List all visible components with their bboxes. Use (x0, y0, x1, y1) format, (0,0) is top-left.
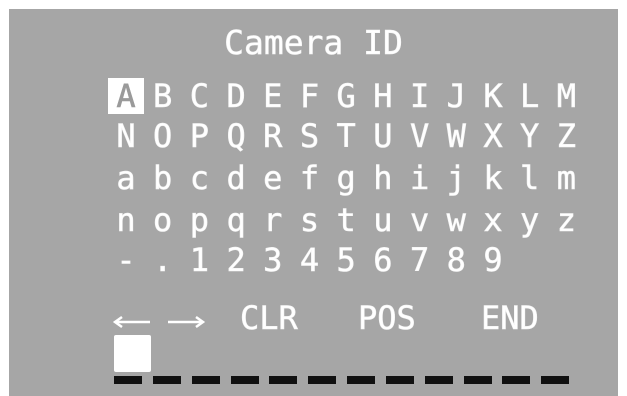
char-key[interactable]: h (365, 160, 401, 197)
end-button[interactable]: END (481, 300, 539, 337)
entry-slot (269, 376, 298, 384)
char-key[interactable]: M (548, 78, 584, 115)
char-key[interactable]: A (108, 78, 144, 114)
entry-slot (191, 376, 220, 384)
char-key[interactable]: I (402, 78, 438, 115)
char-key[interactable]: C (181, 78, 217, 115)
char-key[interactable]: y (512, 202, 548, 239)
char-key[interactable]: - (108, 242, 144, 279)
char-key[interactable]: V (402, 118, 438, 155)
char-key[interactable]: a (108, 160, 144, 197)
char-key[interactable]: k (475, 160, 511, 197)
char-key[interactable]: b (145, 160, 181, 197)
char-key[interactable]: U (365, 118, 401, 155)
char-key[interactable]: 8 (438, 242, 474, 279)
char-key[interactable]: m (548, 160, 584, 197)
char-key[interactable]: i (402, 160, 438, 197)
char-key[interactable]: K (475, 78, 511, 115)
char-key[interactable]: q (218, 202, 254, 239)
entry-slot (463, 376, 492, 384)
char-key[interactable]: o (145, 202, 181, 239)
char-key[interactable]: P (181, 118, 217, 155)
char-key[interactable]: H (365, 78, 401, 115)
entry-slot (114, 376, 142, 384)
char-row-uppercase-a-m: ABCDEFGHIJKLM (108, 78, 578, 118)
char-key[interactable]: n (108, 202, 144, 239)
char-key[interactable]: 5 (328, 242, 364, 279)
char-key[interactable]: Z (548, 118, 584, 155)
osd-controls: CLR POS END (108, 300, 578, 340)
char-key[interactable]: T (328, 118, 364, 155)
char-key[interactable]: 1 (181, 242, 217, 279)
char-key[interactable]: B (145, 78, 181, 115)
entry-slot (347, 376, 375, 384)
char-row-lowercase-n-z: nopqrstuvwxyz (108, 202, 578, 242)
char-row-symbols-digits: -.123456789 (108, 242, 578, 282)
char-key[interactable]: w (438, 202, 474, 239)
char-key[interactable]: l (512, 160, 548, 197)
clear-button[interactable]: CLR (240, 300, 298, 337)
char-row-uppercase-n-z: NOPQRSTUVWXYZ (108, 118, 578, 158)
char-key[interactable]: c (181, 160, 217, 197)
entry-slot (230, 376, 259, 384)
char-key[interactable]: S (292, 118, 328, 155)
arrow-right-icon[interactable] (166, 314, 206, 330)
char-key[interactable]: z (548, 202, 584, 239)
char-key[interactable]: v (402, 202, 438, 239)
char-key[interactable]: X (475, 118, 511, 155)
entry-slot (152, 376, 181, 384)
char-key[interactable]: J (438, 78, 474, 115)
char-key[interactable]: R (255, 118, 291, 155)
char-key[interactable]: G (328, 78, 364, 115)
entry-slot (541, 376, 570, 384)
entry-slot (424, 376, 453, 384)
position-button[interactable]: POS (358, 300, 416, 337)
entry-slot (308, 376, 337, 384)
char-key[interactable]: 4 (292, 242, 328, 279)
osd-title: Camera ID (224, 23, 403, 62)
char-key[interactable]: 6 (365, 242, 401, 279)
char-key[interactable]: x (475, 202, 511, 239)
char-key[interactable]: N (108, 118, 144, 155)
char-key[interactable]: g (328, 160, 364, 197)
char-key[interactable]: 9 (475, 242, 511, 279)
char-key[interactable]: f (292, 160, 328, 197)
entry-cursor (114, 335, 151, 372)
char-key[interactable]: D (218, 78, 254, 115)
char-key[interactable]: F (292, 78, 328, 115)
char-key[interactable]: j (438, 160, 474, 197)
entry-slot-underline (114, 376, 580, 384)
char-key[interactable]: W (438, 118, 474, 155)
char-key[interactable]: Q (218, 118, 254, 155)
camera-osd-screen: Camera ID ABCDEFGHIJKLM NOPQRSTUVWXYZ ab… (0, 0, 627, 396)
entry-slot (502, 376, 531, 384)
char-key[interactable]: 3 (255, 242, 291, 279)
char-key[interactable]: 2 (218, 242, 254, 279)
char-key[interactable]: t (328, 202, 364, 239)
char-key[interactable]: Y (512, 118, 548, 155)
entry-slot (385, 376, 414, 384)
char-key[interactable]: u (365, 202, 401, 239)
char-key[interactable]: s (292, 202, 328, 239)
char-key[interactable]: . (145, 242, 181, 279)
arrow-left-icon[interactable] (112, 314, 152, 330)
char-key[interactable]: E (255, 78, 291, 115)
char-key[interactable]: O (145, 118, 181, 155)
char-key[interactable]: r (255, 202, 291, 239)
char-key[interactable]: L (512, 78, 548, 115)
char-key[interactable]: d (218, 160, 254, 197)
char-key[interactable]: 7 (402, 242, 438, 279)
char-key[interactable]: p (181, 202, 217, 239)
char-row-lowercase-a-m: abcdefghijklm (108, 160, 578, 200)
char-key[interactable]: e (255, 160, 291, 197)
